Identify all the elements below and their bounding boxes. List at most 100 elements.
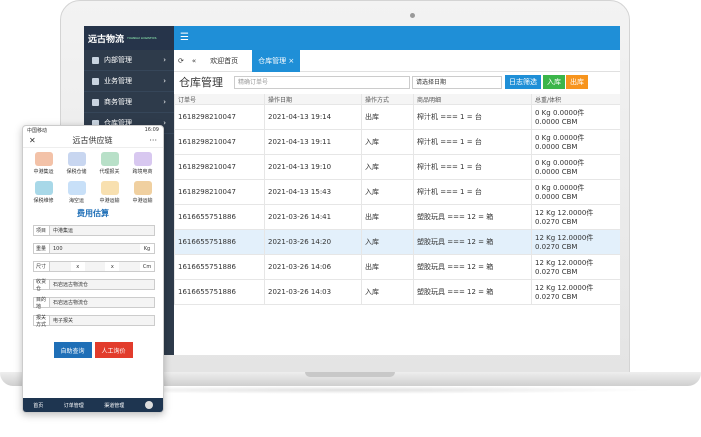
route-field[interactable]: 项目 中港集运 — [33, 225, 155, 236]
size-label: 尺寸 — [34, 262, 50, 271]
date-select[interactable]: 请选择日期 — [412, 76, 502, 89]
table-row[interactable]: 1618298210047 2021-04-13 19:10 入库 榨汁机 === 1… — [174, 155, 620, 180]
size-length[interactable] — [50, 262, 71, 271]
route-label: 项目 — [34, 226, 50, 235]
refresh-icon[interactable]: ⟳ — [178, 57, 184, 65]
weight-cell: 0 Kg 0.0000件 0.0000 CBM — [531, 180, 620, 204]
tab-home[interactable]: 欢迎首页 — [204, 50, 244, 72]
origin-label: 收货仓 — [34, 279, 50, 292]
size-sep: x — [110, 263, 114, 270]
table-row[interactable]: 1616655751886 2021-03-26 14:06 出库 塑胶玩具 === … — [174, 255, 620, 280]
order-cell: 1618298210047 — [174, 180, 264, 204]
item-cell: 塑胶玩具 === 12 = 箱 — [413, 280, 531, 304]
table-row[interactable]: 1618298210047 2021-04-13 19:11 入库 榨汁机 === 1… — [174, 130, 620, 155]
service-label: 海空运 — [68, 198, 84, 204]
service-icon — [133, 181, 152, 195]
date-cell: 2021-04-13 19:11 — [264, 130, 361, 154]
size-width[interactable] — [84, 262, 106, 271]
self-query-button[interactable]: 自助查询 — [53, 342, 92, 358]
building-icon — [92, 56, 99, 64]
sidebar-item-label: 内部管理 — [104, 56, 132, 64]
route-value: 中港集运 — [50, 226, 154, 235]
date-cell: 2021-04-13 19:10 — [264, 155, 361, 179]
stock-in-button[interactable]: 入库 — [543, 75, 565, 89]
origin-field[interactable]: 收货仓 石岩远古物流仓 — [33, 279, 155, 292]
avatar[interactable] — [144, 401, 153, 409]
close-icon[interactable]: × — [288, 57, 294, 65]
item-cell: 榨汁机 === 1 = 台 — [413, 130, 531, 154]
close-icon[interactable]: ✕ — [29, 136, 36, 145]
sidebar-item-business[interactable]: 业务管理 › — [84, 71, 174, 92]
table-row[interactable]: 1616655751886 2021-03-26 14:03 入库 塑胶玩具 === … — [174, 280, 620, 305]
service-item[interactable]: 跨境电商 — [126, 152, 159, 175]
weight-field[interactable]: 重量 100 Kg — [33, 243, 155, 254]
table-row[interactable]: 1618298210047 2021-04-13 15:43 入库 榨汁机 === 1… — [174, 180, 620, 205]
declare-label: 报关方式 — [34, 315, 50, 328]
tab-warehouse[interactable]: 仓库管理 × — [252, 49, 301, 72]
weight-label: 重量 — [34, 244, 50, 253]
service-item[interactable]: 中港集运 — [27, 152, 60, 175]
weight-text: 12 Kg 12.0000件 — [535, 234, 594, 242]
clock-text: 16:09 — [144, 127, 159, 133]
service-icon — [100, 181, 119, 195]
service-item[interactable]: 保税维修 — [27, 181, 60, 204]
date-cell: 2021-03-26 14:41 — [264, 205, 361, 229]
footer-service[interactable]: 渠道管理 — [104, 402, 124, 409]
mobile-title: 远古供应链 — [72, 136, 113, 145]
search-input[interactable]: 精确订单号 — [234, 76, 410, 89]
service-icon — [67, 181, 86, 195]
size-height[interactable] — [119, 262, 141, 271]
service-item[interactable]: 中港运输 — [126, 181, 159, 204]
service-icon — [67, 152, 86, 166]
table-row[interactable]: 1616655751886 2021-03-26 14:41 出库 塑胶玩具 === … — [174, 205, 620, 230]
more-icon[interactable]: ··· — [149, 136, 157, 145]
weight-text: 0 Kg 0.0000件 — [535, 159, 585, 167]
order-cell: 1616655751886 — [174, 255, 264, 279]
op-cell: 入库 — [361, 230, 413, 254]
op-cell: 出库 — [361, 205, 413, 229]
service-item[interactable]: 海空运 — [60, 181, 93, 204]
service-label: 中港集运 — [33, 169, 54, 175]
manual-quote-button[interactable]: 人工询价 — [94, 342, 133, 358]
footer-orders[interactable]: 订单管理 — [64, 402, 84, 409]
filter-button[interactable]: 日志筛选 — [505, 75, 541, 89]
back-icon[interactable]: « — [192, 57, 196, 65]
table-row-selected[interactable]: 1616655751886 2021-03-26 14:20 入库 塑胶玩具 === … — [174, 230, 620, 255]
stock-out-button[interactable]: 出库 — [566, 75, 588, 89]
menu-toggle-icon[interactable]: ☰ — [180, 32, 189, 43]
weight-cell: 0 Kg 0.0000件 0.0000 CBM — [531, 155, 620, 179]
item-cell: 塑胶玩具 === 12 = 箱 — [413, 205, 531, 229]
volume-text: 0.0270 CBM — [535, 268, 578, 276]
weight-text: 12 Kg 12.0000件 — [535, 259, 594, 267]
chevron-right-icon: › — [163, 56, 166, 64]
brand-logo: 远古物流 YUANGU LOGISTICS — [84, 26, 174, 50]
weight-cell: 12 Kg 12.0000件 0.0270 CBM — [531, 230, 620, 254]
op-cell: 入库 — [361, 155, 413, 179]
service-item[interactable]: 代理报关 — [93, 152, 126, 175]
footer-home[interactable]: 首页 — [33, 402, 43, 409]
service-item[interactable]: 保税仓储 — [60, 152, 93, 175]
service-label: 保税维修 — [33, 198, 54, 204]
sidebar-item-commerce[interactable]: 商务管理 › — [84, 92, 174, 113]
destination-field[interactable]: 目的地 石岩远古物流仓 — [33, 297, 155, 310]
size-field[interactable]: 尺寸 x x Cm — [33, 261, 155, 272]
service-item[interactable]: 中港运输 — [93, 181, 126, 204]
sidebar-item-internal[interactable]: 内部管理 › — [84, 50, 174, 71]
declare-field[interactable]: 报关方式 电子报关 — [33, 315, 155, 328]
item-cell: 榨汁机 === 1 = 台 — [413, 105, 531, 129]
service-label: 保税仓储 — [66, 169, 87, 175]
chevron-right-icon: › — [163, 77, 166, 85]
weight-cell: 12 Kg 12.0000件 0.0270 CBM — [531, 255, 620, 279]
weight-text: 0 Kg 0.0000件 — [535, 184, 585, 192]
service-icon — [133, 152, 152, 166]
date-cell: 2021-04-13 19:14 — [264, 105, 361, 129]
brand-logo-text: 远古物流 — [88, 34, 125, 45]
cart-icon — [92, 98, 99, 106]
page-title: 仓库管理 — [179, 76, 223, 89]
top-bar: ☰ — [174, 26, 620, 50]
item-cell: 榨汁机 === 1 = 台 — [413, 155, 531, 179]
order-cell: 1616655751886 — [174, 280, 264, 304]
table-row[interactable]: 1618298210047 2021-04-13 19:14 出库 榨汁机 === 1… — [174, 105, 620, 130]
volume-text: 0.0000 CBM — [535, 168, 578, 176]
service-label: 中港运输 — [99, 198, 120, 204]
